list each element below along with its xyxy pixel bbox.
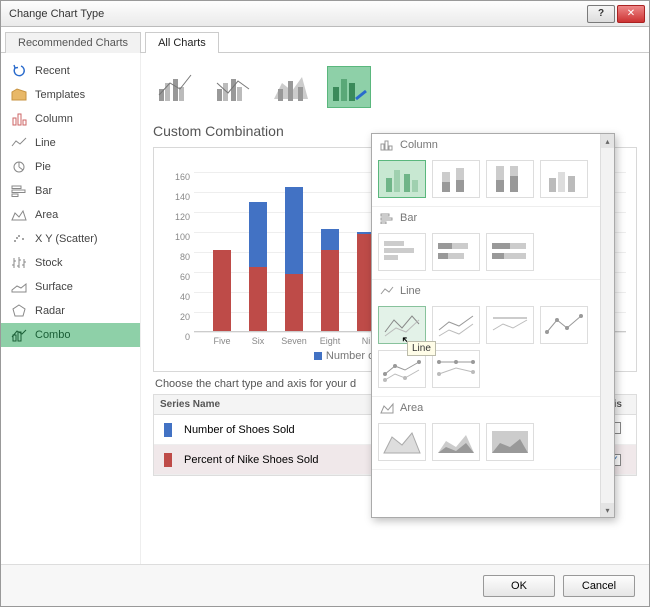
close-button[interactable]: ✕ — [617, 5, 645, 23]
radar-icon — [11, 304, 27, 318]
type-stacked-column[interactable] — [432, 160, 480, 198]
scroll-down-icon[interactable]: ▾ — [601, 503, 614, 517]
series-name-cell: Number of Shoes Sold — [178, 420, 394, 440]
section-header: Line — [372, 280, 600, 302]
sidebar-item-bar[interactable]: Bar — [1, 179, 140, 203]
sidebar-item-label: Recent — [35, 65, 70, 77]
surface-icon — [11, 280, 27, 294]
templates-icon — [11, 88, 27, 102]
type-stacked-line[interactable] — [432, 306, 480, 344]
combo-thumb-stacked-area-column[interactable] — [269, 66, 313, 108]
window-title: Change Chart Type — [5, 8, 585, 20]
type-100-stacked-column[interactable] — [486, 160, 534, 198]
sidebar-item-column[interactable]: Column — [1, 107, 140, 131]
bar-icon — [11, 184, 27, 198]
combo-thumb-custom[interactable] — [327, 66, 371, 108]
sidebar-item-label: Area — [35, 209, 58, 221]
sidebar-item-label: Stock — [35, 257, 63, 269]
combo-thumb-clustered-column-line[interactable] — [153, 66, 197, 108]
sidebar-item-pie[interactable]: Pie — [1, 155, 140, 179]
dropdown-scrollbar[interactable]: ▴ ▾ — [600, 134, 614, 517]
section-header: Bar — [372, 207, 600, 229]
type-line[interactable]: ↖ Line — [378, 306, 426, 344]
section-header: Column — [372, 134, 600, 156]
scroll-up-icon[interactable]: ▴ — [601, 134, 614, 148]
combo-subtype-row — [153, 63, 637, 111]
sidebar-item-label: Radar — [35, 305, 65, 317]
section-header: Area — [372, 397, 600, 419]
sidebar-item-label: Surface — [35, 281, 73, 293]
column-icon — [380, 139, 394, 151]
tab-recommended-charts[interactable]: Recommended Charts — [5, 32, 141, 53]
sidebar-item-radar[interactable]: Radar — [1, 299, 140, 323]
type-stacked-bar[interactable] — [432, 233, 480, 271]
series-name-cell: Percent of Nike Shoes Sold — [178, 450, 394, 470]
type-clustered-column[interactable] — [378, 160, 426, 198]
type-100-stacked-area[interactable] — [486, 423, 534, 461]
sidebar-item-area[interactable]: Area — [1, 203, 140, 227]
change-chart-type-dialog: Change Chart Type ? ✕ Recommended Charts… — [0, 0, 650, 607]
dialog-footer: OK Cancel — [1, 564, 649, 606]
cancel-button[interactable]: Cancel — [563, 575, 635, 597]
header-series-name: Series Name — [154, 395, 394, 414]
area-icon — [380, 402, 394, 414]
sidebar-item-label: Combo — [35, 329, 70, 341]
type-area[interactable] — [378, 423, 426, 461]
type-line-markers[interactable] — [540, 306, 588, 344]
type-clustered-bar[interactable] — [378, 233, 426, 271]
series-swatch — [164, 423, 172, 437]
stock-icon — [11, 256, 27, 270]
dropdown-section-bar: Bar — [372, 207, 600, 280]
sidebar-item-label: X Y (Scatter) — [35, 233, 98, 245]
help-button[interactable]: ? — [587, 5, 615, 23]
line-icon — [11, 136, 27, 150]
pie-icon — [11, 160, 27, 174]
sidebar-item-templates[interactable]: Templates — [1, 83, 140, 107]
type-100-stacked-line-markers[interactable] — [432, 350, 480, 388]
tooltip: Line — [407, 341, 436, 356]
tab-strip: Recommended Charts All Charts — [1, 27, 649, 53]
scatter-icon — [11, 232, 27, 246]
type-3d-clustered-column[interactable] — [540, 160, 588, 198]
type-100-stacked-line[interactable] — [486, 306, 534, 344]
series-swatch — [164, 453, 172, 467]
sidebar-item-line[interactable]: Line — [1, 131, 140, 155]
combo-icon — [11, 328, 27, 342]
titlebar: Change Chart Type ? ✕ — [1, 1, 649, 27]
dropdown-section-column: Column — [372, 134, 600, 207]
sidebar-item-label: Bar — [35, 185, 52, 197]
sidebar-item-combo[interactable]: Combo — [1, 323, 140, 347]
combo-thumb-clustered-column-line-secondary[interactable] — [211, 66, 255, 108]
main-area: Recent Templates Column Line Pie Bar — [1, 53, 649, 564]
line-icon — [380, 285, 394, 297]
chart-type-dropdown: Column Bar — [371, 133, 615, 518]
dropdown-section-area: Area — [372, 397, 600, 470]
sidebar-item-label: Line — [35, 137, 56, 149]
type-stacked-area[interactable] — [432, 423, 480, 461]
sidebar-item-scatter[interactable]: X Y (Scatter) — [1, 227, 140, 251]
sidebar-item-recent[interactable]: Recent — [1, 59, 140, 83]
area-icon — [11, 208, 27, 222]
sidebar-item-surface[interactable]: Surface — [1, 275, 140, 299]
recent-icon — [11, 64, 27, 78]
chart-category-sidebar: Recent Templates Column Line Pie Bar — [1, 53, 141, 564]
sidebar-item-label: Pie — [35, 161, 51, 173]
tab-all-charts[interactable]: All Charts — [145, 32, 219, 53]
sidebar-item-label: Column — [35, 113, 73, 125]
sidebar-item-stock[interactable]: Stock — [1, 251, 140, 275]
type-100-stacked-bar[interactable] — [486, 233, 534, 271]
bar-icon — [380, 212, 394, 224]
dropdown-section-line: Line ↖ Line — [372, 280, 600, 397]
dropdown-body: Column Bar — [372, 134, 600, 517]
sidebar-item-label: Templates — [35, 89, 85, 101]
ok-button[interactable]: OK — [483, 575, 555, 597]
column-icon — [11, 112, 27, 126]
